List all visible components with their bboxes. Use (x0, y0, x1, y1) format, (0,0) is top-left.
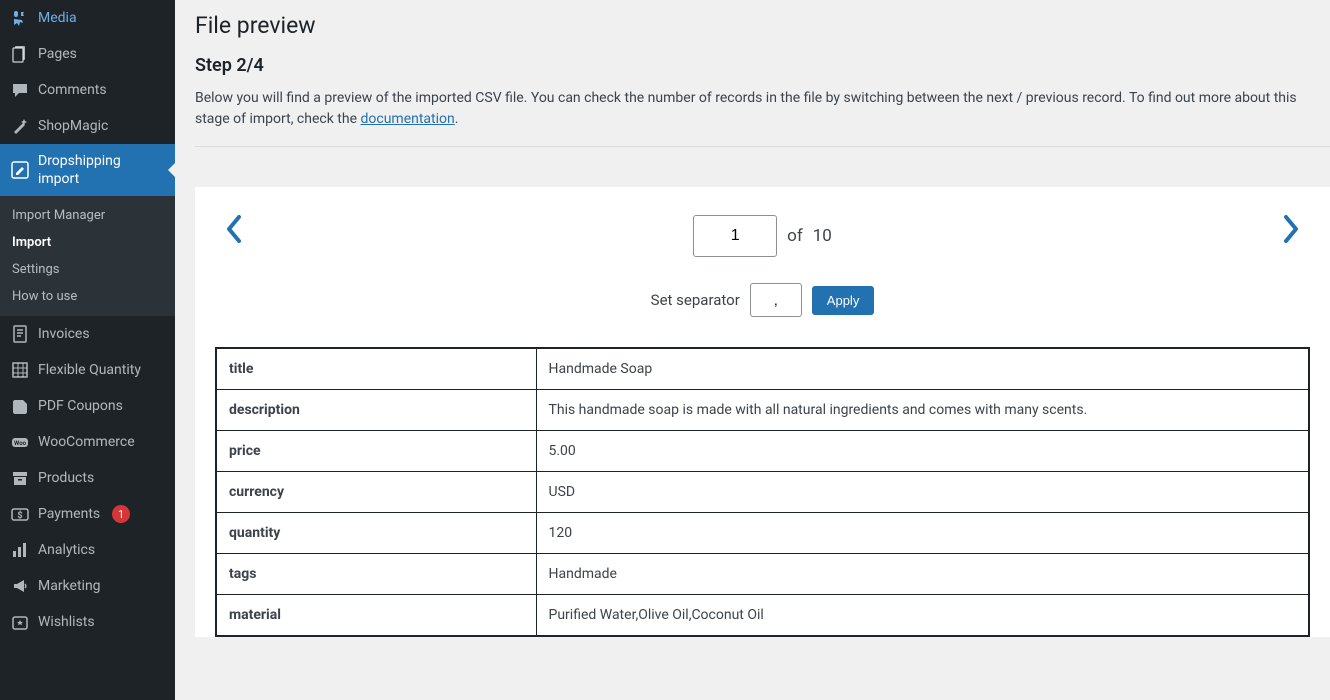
field-value: USD (536, 472, 1309, 513)
documentation-link[interactable]: documentation (360, 111, 454, 127)
table-row: tagsHandmade (216, 554, 1309, 595)
sidebar-item-label: Products (38, 469, 94, 487)
field-value: 5.00 (536, 431, 1309, 472)
field-key: description (216, 390, 536, 431)
page-input[interactable] (693, 215, 777, 257)
submenu-item-import[interactable]: Import (0, 229, 175, 256)
sidebar-item-label: Analytics (38, 541, 95, 559)
sidebar-item-label: Comments (38, 81, 107, 99)
sidebar-item-label: Dropshipping import (38, 152, 165, 188)
field-key: tags (216, 554, 536, 595)
field-value: Handmade (536, 554, 1309, 595)
prev-record-button[interactable] (225, 215, 243, 243)
step-heading: Step 2/4 (195, 55, 1330, 76)
sidebar-item-comments[interactable]: Comments (0, 72, 175, 108)
edit-icon (10, 160, 30, 180)
sidebar-item-dropshipping-import[interactable]: Dropshipping import (0, 144, 175, 196)
sidebar-item-invoices[interactable]: Invoices (0, 316, 175, 352)
preview-table: titleHandmade SoapdescriptionThis handma… (215, 347, 1310, 637)
wand-icon (10, 116, 30, 136)
divider (195, 146, 1330, 147)
sidebar-item-media[interactable]: Media (0, 0, 175, 36)
sidebar-item-label: WooCommerce (38, 433, 135, 451)
page-title: File preview (195, 12, 1330, 39)
sidebar-item-label: Flexible Quantity (38, 361, 141, 379)
apply-button[interactable]: Apply (812, 286, 875, 315)
chevron-left-icon (225, 215, 243, 243)
svg-text:$: $ (17, 510, 22, 521)
table-row: titleHandmade Soap (216, 348, 1309, 390)
intro-text-b: . (455, 111, 459, 127)
sidebar-item-marketing[interactable]: Marketing (0, 568, 175, 604)
separator-label: Set separator (651, 291, 740, 309)
admin-sidebar: Media Pages Comments ShopMagic Dropshipping … (0, 0, 175, 700)
sidebar-item-label: Invoices (38, 325, 90, 343)
submenu-item-import-manager[interactable]: Import Manager (0, 202, 175, 229)
separator-row: Set separator Apply (195, 283, 1330, 347)
chevron-right-icon (1282, 215, 1300, 243)
sidebar-item-label: Marketing (38, 577, 101, 595)
intro-text: Below you will find a preview of the imp… (195, 88, 1330, 130)
sidebar-item-flexible-quantity[interactable]: Flexible Quantity (0, 352, 175, 388)
sidebar-item-pdf-coupons[interactable]: PDF Coupons (0, 388, 175, 424)
comments-icon (10, 80, 30, 100)
sidebar-item-payments[interactable]: $ Payments 1 (0, 496, 175, 532)
preview-panel: of 10 Set separator Apply titleHandmade … (195, 187, 1330, 637)
payments-icon: $ (10, 504, 30, 524)
archive-icon (10, 468, 30, 488)
sidebar-item-pages[interactable]: Pages (0, 36, 175, 72)
record-pager: of 10 (195, 215, 1330, 283)
table-row: price5.00 (216, 431, 1309, 472)
field-value: Handmade Soap (536, 348, 1309, 390)
sidebar-item-label: Wishlists (38, 613, 95, 631)
field-key: price (216, 431, 536, 472)
sidebar-item-analytics[interactable]: Analytics (0, 532, 175, 568)
wishlist-icon (10, 612, 30, 632)
field-value: Purified Water,Olive Oil,Coconut Oil (536, 595, 1309, 637)
field-key: currency (216, 472, 536, 513)
sidebar-item-wishlists[interactable]: Wishlists (0, 604, 175, 640)
pdf-icon (10, 396, 30, 416)
woo-icon: Woo (10, 432, 30, 452)
sidebar-item-label: ShopMagic (38, 117, 108, 135)
sidebar-submenu: Import ManagerImportSettingsHow to use (0, 196, 175, 316)
field-value: This handmade soap is made with all natu… (536, 390, 1309, 431)
svg-text:Woo: Woo (14, 440, 27, 447)
submenu-item-how-to-use[interactable]: How to use (0, 283, 175, 310)
table-row: materialPurified Water,Olive Oil,Coconut… (216, 595, 1309, 637)
next-record-button[interactable] (1282, 215, 1300, 243)
sidebar-item-woocommerce[interactable]: Woo WooCommerce (0, 424, 175, 460)
main-content: File preview Step 2/4 Below you will fin… (175, 0, 1330, 700)
grid-icon (10, 360, 30, 380)
table-row: descriptionThis handmade soap is made wi… (216, 390, 1309, 431)
media-icon (10, 8, 30, 28)
pager-of-label: of (787, 226, 803, 246)
notification-badge: 1 (112, 505, 130, 523)
sidebar-item-label: PDF Coupons (38, 397, 123, 415)
marketing-icon (10, 576, 30, 596)
pages-icon (10, 44, 30, 64)
field-value: 120 (536, 513, 1309, 554)
submenu-item-settings[interactable]: Settings (0, 256, 175, 283)
sidebar-item-shopmagic[interactable]: ShopMagic (0, 108, 175, 144)
analytics-icon (10, 540, 30, 560)
field-key: material (216, 595, 536, 637)
sidebar-item-products[interactable]: Products (0, 460, 175, 496)
sidebar-item-label: Pages (38, 45, 77, 63)
pager-total: 10 (813, 226, 832, 246)
field-key: quantity (216, 513, 536, 554)
sidebar-item-label: Payments (38, 505, 100, 523)
field-key: title (216, 348, 536, 390)
table-row: currencyUSD (216, 472, 1309, 513)
sidebar-item-label: Media (38, 9, 77, 27)
separator-input[interactable] (750, 283, 802, 317)
invoice-icon (10, 324, 30, 344)
pager-center: of 10 (693, 215, 832, 257)
table-row: quantity120 (216, 513, 1309, 554)
